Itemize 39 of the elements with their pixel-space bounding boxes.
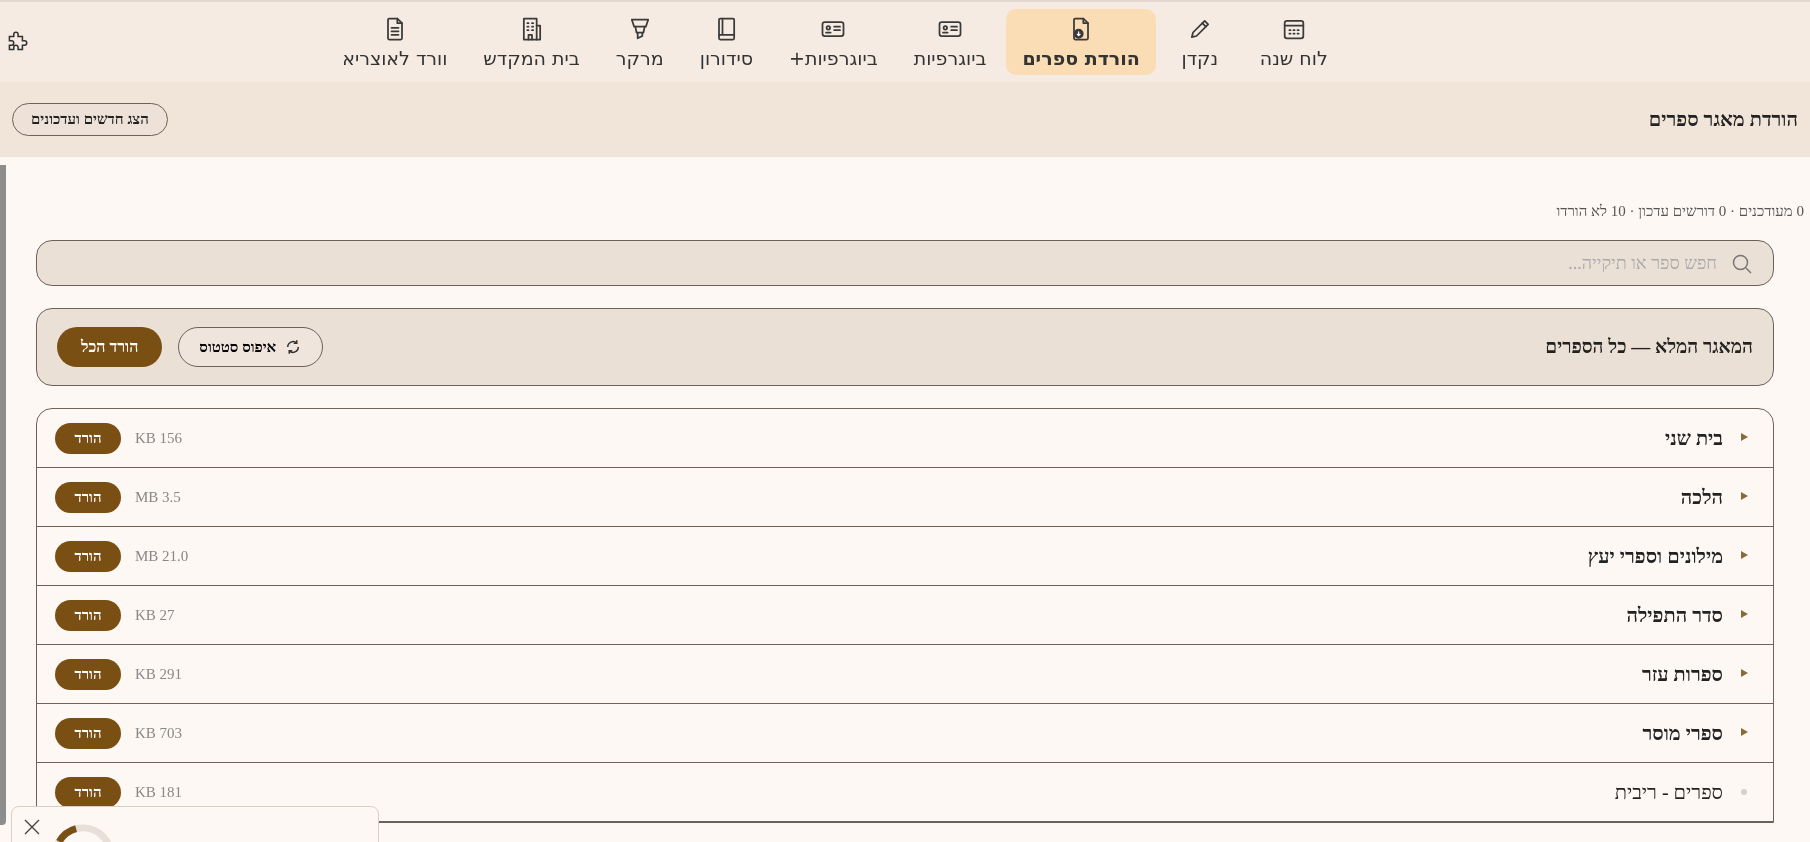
nav-tab[interactable]: נקדן xyxy=(1159,9,1240,75)
book-name[interactable]: ספרים - ריבית xyxy=(196,780,1723,804)
reset-status-button[interactable]: איפוס סטטוס xyxy=(178,327,324,367)
file-size: 3.5 MB xyxy=(135,488,181,506)
download-button[interactable]: הורד xyxy=(55,658,121,690)
download-button[interactable]: הורד xyxy=(55,599,121,631)
close-icon[interactable] xyxy=(22,817,42,837)
page-title: הורדת מאגר ספרים xyxy=(1648,108,1798,131)
book-name[interactable]: ספרות עזר xyxy=(196,662,1723,686)
download-button[interactable]: הורד xyxy=(55,540,121,572)
book-name[interactable]: ספרי מוסר xyxy=(196,721,1723,745)
file-size: 703 KB xyxy=(135,724,183,742)
book-name[interactable]: בית שני xyxy=(196,426,1723,450)
book-name[interactable]: הלכה xyxy=(194,485,1723,509)
file-size: 181 KB xyxy=(135,783,183,801)
book-name[interactable]: מילונים וספרי יעץ xyxy=(202,544,1723,568)
nav-tab[interactable]: בית המקדש xyxy=(467,9,596,75)
nav-tab[interactable]: הורדת ספרים xyxy=(1006,9,1156,75)
book-name[interactable]: סדר התפילה xyxy=(188,603,1723,627)
file-size: 27 KB xyxy=(135,606,175,624)
download-all-button[interactable]: הורד הכל xyxy=(57,327,163,367)
download-button[interactable]: הורד xyxy=(55,717,121,749)
file-size: 291 KB xyxy=(135,665,183,683)
search-icon xyxy=(1730,252,1754,276)
nav-tab[interactable]: וורד לאוצריא xyxy=(326,9,464,75)
download-button[interactable]: הורד xyxy=(55,776,121,808)
show-new-button[interactable]: הצג חדשים ועדכונים xyxy=(12,103,168,136)
nav-tab[interactable]: מרקר xyxy=(599,9,680,75)
status-summary: 0 מעודכנים · 0 דורשים עדכון · 10 לא הורדו xyxy=(1555,203,1804,220)
file-size: 156 KB xyxy=(135,429,183,447)
download-button[interactable]: הורד xyxy=(55,481,121,513)
section-title: המאגר המלא — כל הספרים xyxy=(1544,336,1753,358)
nav-tab[interactable]: לוח שנה xyxy=(1243,9,1344,75)
download-button[interactable]: הורד xyxy=(55,422,121,454)
nav-tab[interactable]: ביוגרפיות xyxy=(897,9,1003,75)
file-size: 21.0 MB xyxy=(135,547,189,565)
nav-tab[interactable]: ביוגרפיות+ xyxy=(772,9,894,75)
search-field[interactable]: חפש ספר או תיקייה... xyxy=(36,240,1774,286)
nav-tab[interactable]: סידורון xyxy=(683,9,769,75)
